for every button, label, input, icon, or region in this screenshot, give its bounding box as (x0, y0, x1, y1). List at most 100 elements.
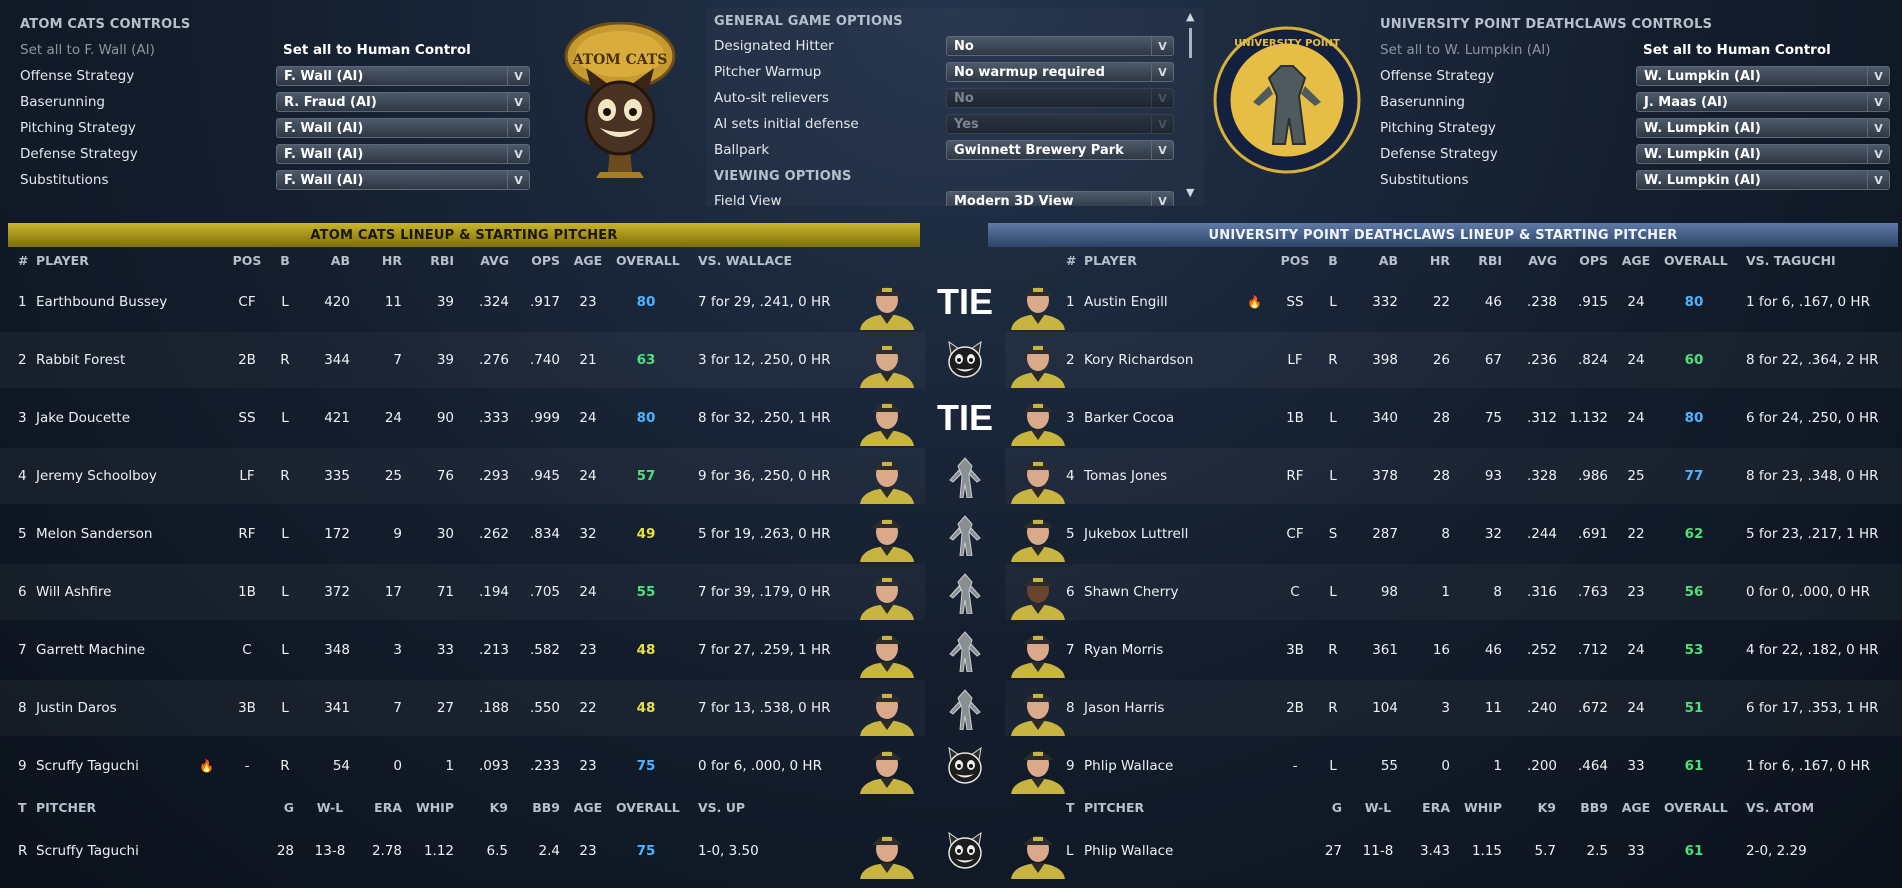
left-col-vs[interactable]: VS. WALLACE (698, 253, 888, 268)
left-col-vs[interactable]: VS. UP (698, 800, 888, 815)
right-player-row[interactable]: 8 Jason Harris 2B R 104 3 11 .240 .672 24 51 6 for … (1005, 680, 1902, 736)
left-col-age[interactable]: AGE (572, 253, 604, 268)
left-player-age: 24 (579, 584, 597, 600)
left-pitcher-row[interactable]: R Scruffy Taguchi 28 13-8 2.78 1.12 6.5 2.4 23 75… (0, 823, 925, 879)
right-player-row[interactable]: 9 Phlip Wallace - L 55 0 1 .200 .464 33 61 1 for 6,… (1005, 738, 1902, 794)
left-col-whip[interactable]: WHIP (410, 800, 454, 815)
left-player-ops: .705 (529, 584, 560, 600)
left-col-num[interactable]: # (18, 253, 32, 268)
right-col-whip[interactable]: WHIP (1458, 800, 1502, 815)
left-col-ab[interactable]: AB (318, 253, 350, 268)
scroll-thumb[interactable] (1189, 28, 1192, 58)
left-player-row[interactable]: 1 Earthbound Bussey CF L 420 11 39 .324 .917 23 80… (0, 274, 925, 330)
right-col-vs[interactable]: VS. ATOM (1746, 800, 1902, 815)
right-player-row[interactable]: 6 Shawn Cherry C L 98 1 8 .316 .763 23 56 0 for 0, … (1005, 564, 1902, 620)
left-player-row[interactable]: 7 Garrett Machine C L 348 3 33.213.582 23 48 7 fo… (0, 622, 925, 678)
right-col-age[interactable]: AGE (1620, 253, 1652, 268)
left-ctl-dropdown-2[interactable]: F. Wall (AI) V (276, 118, 530, 138)
left-col-pitcher[interactable]: PITCHER (36, 800, 196, 815)
left-ctl-dropdown-1[interactable]: R. Fraud (AI) V (276, 92, 530, 112)
right-player-row[interactable]: 4 Tomas Jones RF L 378 28 93 .328 .986 25 77 8 for … (1005, 448, 1902, 504)
right-col-vs[interactable]: VS. TAGUCHI (1746, 253, 1902, 268)
field-view-dropdown[interactable]: Modern 3D View V (946, 191, 1174, 206)
left-col-player[interactable]: PLAYER (36, 253, 196, 268)
options-scrollbar[interactable]: ▲ ▼ (1184, 10, 1198, 202)
right-col-hr[interactable]: HR (1418, 253, 1450, 268)
right-player-row[interactable]: 5 Jukebox Luttrell CF S 287 8 32 .244 .691 22 62 5 … (1005, 506, 1902, 562)
left-set-all-human-link[interactable]: Set all to Human Control (283, 40, 471, 60)
right-col-g[interactable]: G (1310, 800, 1342, 815)
left-ctl-label-2: Pitching Strategy (20, 120, 136, 136)
right-col-rbi[interactable]: RBI (1468, 253, 1502, 268)
right-col-overall[interactable]: OVERALL (1664, 253, 1728, 268)
left-player-row[interactable]: 3 Jake Doucette SS L 421 24 90.333.999 24 80 8 fo… (0, 390, 925, 446)
left-col-wl[interactable]: W-L (310, 800, 350, 815)
left-col-bb9[interactable]: BB9 (518, 800, 560, 815)
right-col-avg[interactable]: AVG (1515, 253, 1557, 268)
left-col-pos[interactable]: POS (232, 253, 262, 268)
left-col-b[interactable]: B (275, 253, 295, 268)
left-col-t[interactable]: T (18, 800, 32, 815)
right-col-age[interactable]: AGE (1620, 800, 1652, 815)
right-ctl-dropdown-1[interactable]: J. Maas (AI) V (1636, 92, 1890, 112)
general-option-dropdown-0[interactable]: No V (946, 36, 1174, 56)
right-ctl-dropdown-4[interactable]: W. Lumpkin (AI) V (1636, 170, 1890, 190)
right-ctl-dropdown-2[interactable]: W. Lumpkin (AI) V (1636, 118, 1890, 138)
left-player-row[interactable]: 5 Melon Sanderson RF L 172 9 30.262.834 32 49 5 f… (0, 506, 925, 562)
left-col-g[interactable]: G (262, 800, 294, 815)
right-pitcher-row[interactable]: L Phlip Wallace 27 11-8 3.43 1.15 5.7 2.5 33 61 2-… (1005, 823, 1902, 879)
right-col-pitcher[interactable]: PITCHER (1084, 800, 1244, 815)
right-player-row[interactable]: 7 Ryan Morris 3B R 361 16 46 .252 .712 24 53 4 for … (1005, 622, 1902, 678)
left-set-all-ai-link[interactable]: Set all to F. Wall (AI) (20, 40, 155, 60)
left-player-row[interactable]: 6 Will Ashfire 1B L 372 17 71.194.705 24 55 7 for… (0, 564, 925, 620)
right-col-era[interactable]: ERA (1410, 800, 1450, 815)
right-player-ops: .986 (1577, 468, 1608, 484)
general-option-dropdown-4[interactable]: Gwinnett Brewery Park V (946, 140, 1174, 160)
right-col-b[interactable]: B (1323, 253, 1343, 268)
right-col-t[interactable]: T (1066, 800, 1080, 815)
left-col-ops[interactable]: OPS (518, 253, 560, 268)
right-ctl-dropdown-3[interactable]: W. Lumpkin (AI) V (1636, 144, 1890, 164)
left-col-rbi[interactable]: RBI (420, 253, 454, 268)
left-player-hr: 25 (384, 468, 402, 484)
right-col-num[interactable]: # (1066, 253, 1080, 268)
left-player-row[interactable]: 9 Scruffy Taguchi - R 54 0 1.093.233 23 75 0 for … (0, 738, 925, 794)
right-player-hr: 0 (1441, 758, 1450, 774)
left-col-age[interactable]: AGE (572, 800, 604, 815)
left-player-row[interactable]: 8 Justin Daros 3B L 341 7 27.188.550 22 48 7 for … (0, 680, 925, 736)
right-col-player[interactable]: PLAYER (1084, 253, 1244, 268)
right-column-headers: # PLAYER POS B AB HR RBI AVG OPS AGE OVERALL VS. TA… (1005, 253, 1902, 271)
right-col-pos[interactable]: POS (1280, 253, 1310, 268)
left-col-overall[interactable]: OVERALL (616, 253, 680, 268)
right-player-row[interactable]: 2 Kory Richardson LF R 398 26 67 .236 .824 24 60 8 … (1005, 332, 1902, 388)
right-col-k9[interactable]: K9 (1514, 800, 1556, 815)
scroll-up-icon[interactable]: ▲ (1186, 10, 1194, 23)
right-col-ab[interactable]: AB (1366, 253, 1398, 268)
left-col-overall[interactable]: OVERALL (616, 800, 680, 815)
left-col-avg[interactable]: AVG (467, 253, 509, 268)
right-set-all-ai-link[interactable]: Set all to W. Lumpkin (AI) (1380, 40, 1550, 60)
right-player-row[interactable]: 1 Austin Engill SS L 332 22 46 .238 .915 24 80 1 fo… (1005, 274, 1902, 330)
left-player-row[interactable]: 2 Rabbit Forest 2B R 344 7 39.276.740 21 63 3 for… (0, 332, 925, 388)
left-ctl-dropdown-4[interactable]: F. Wall (AI) V (276, 170, 530, 190)
right-ctl-dropdown-0[interactable]: W. Lumpkin (AI) V (1636, 66, 1890, 86)
left-col-k9[interactable]: K9 (466, 800, 508, 815)
right-player-num: 3 (1066, 410, 1075, 426)
left-ctl-dropdown-0[interactable]: F. Wall (AI) V (276, 66, 530, 86)
right-col-ops[interactable]: OPS (1566, 253, 1608, 268)
left-player-overall: 55 (636, 584, 656, 600)
right-set-all-human-link[interactable]: Set all to Human Control (1643, 40, 1831, 60)
scroll-down-icon[interactable]: ▼ (1186, 186, 1194, 199)
left-player-name: Scruffy Taguchi (36, 758, 139, 774)
right-player-row[interactable]: 3 Barker Cocoa 1B L 340 28 75 .312 1.132 24 80 6 fo… (1005, 390, 1902, 446)
right-col-overall[interactable]: OVERALL (1664, 800, 1728, 815)
general-option-dropdown-1[interactable]: No warmup required V (946, 62, 1174, 82)
left-ctl-dropdown-3[interactable]: F. Wall (AI) V (276, 144, 530, 164)
left-player-row[interactable]: 4 Jeremy Schoolboy LF R 335 25 76.293.945 24 57 9… (0, 448, 925, 504)
left-col-hr[interactable]: HR (370, 253, 402, 268)
left-col-era[interactable]: ERA (362, 800, 402, 815)
chevron-down-icon: V (507, 145, 529, 163)
right-player-name: Shawn Cherry (1084, 584, 1179, 600)
right-col-bb9[interactable]: BB9 (1566, 800, 1608, 815)
right-col-wl[interactable]: W-L (1358, 800, 1398, 815)
